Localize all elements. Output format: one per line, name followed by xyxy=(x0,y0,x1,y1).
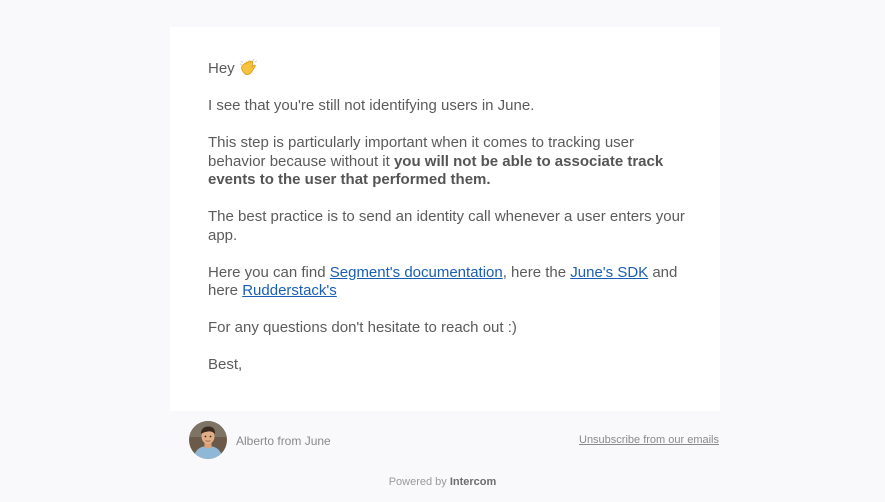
email-body: Hey I see that you're still not identify… xyxy=(208,58,686,393)
sender-name: Alberto from June xyxy=(236,434,331,448)
paragraph-importance: This step is particularly important when… xyxy=(208,134,686,190)
email-page: Hey I see that you're still not identify… xyxy=(0,0,885,502)
june-sdk-link[interactable]: June's SDK xyxy=(570,264,648,281)
avatar-image xyxy=(189,421,227,459)
signoff: Best, xyxy=(208,356,243,373)
powered-by-brand[interactable]: Intercom xyxy=(450,476,496,488)
paragraph-best-practice: The best practice is to send an identity… xyxy=(208,208,685,244)
sender-avatar xyxy=(189,421,227,459)
unsubscribe-link[interactable]: Unsubscribe from our emails xyxy=(579,434,719,446)
waving-hand-icon xyxy=(239,58,257,76)
paragraph-questions: For any questions don't hesitate to reac… xyxy=(208,319,517,336)
paragraph-links: Here you can find Segment's documentatio… xyxy=(208,264,686,301)
rudderstack-link[interactable]: Rudderstack's xyxy=(242,282,337,299)
email-footer: Alberto from June Unsubscribe from our e… xyxy=(170,420,720,460)
greeting-line: Hey xyxy=(208,58,686,79)
links-mid: , here the xyxy=(502,263,571,281)
paragraph-identify: I see that you're still not identifying … xyxy=(208,97,535,114)
links-prefix: Here you can find xyxy=(208,263,330,281)
greeting-text: Hey xyxy=(208,60,235,77)
powered-by: Powered by Intercom xyxy=(0,476,885,488)
powered-by-prefix: Powered by xyxy=(388,476,450,488)
segment-docs-link[interactable]: Segment's documentation xyxy=(330,264,503,281)
email-card: Hey I see that you're still not identify… xyxy=(170,27,720,411)
